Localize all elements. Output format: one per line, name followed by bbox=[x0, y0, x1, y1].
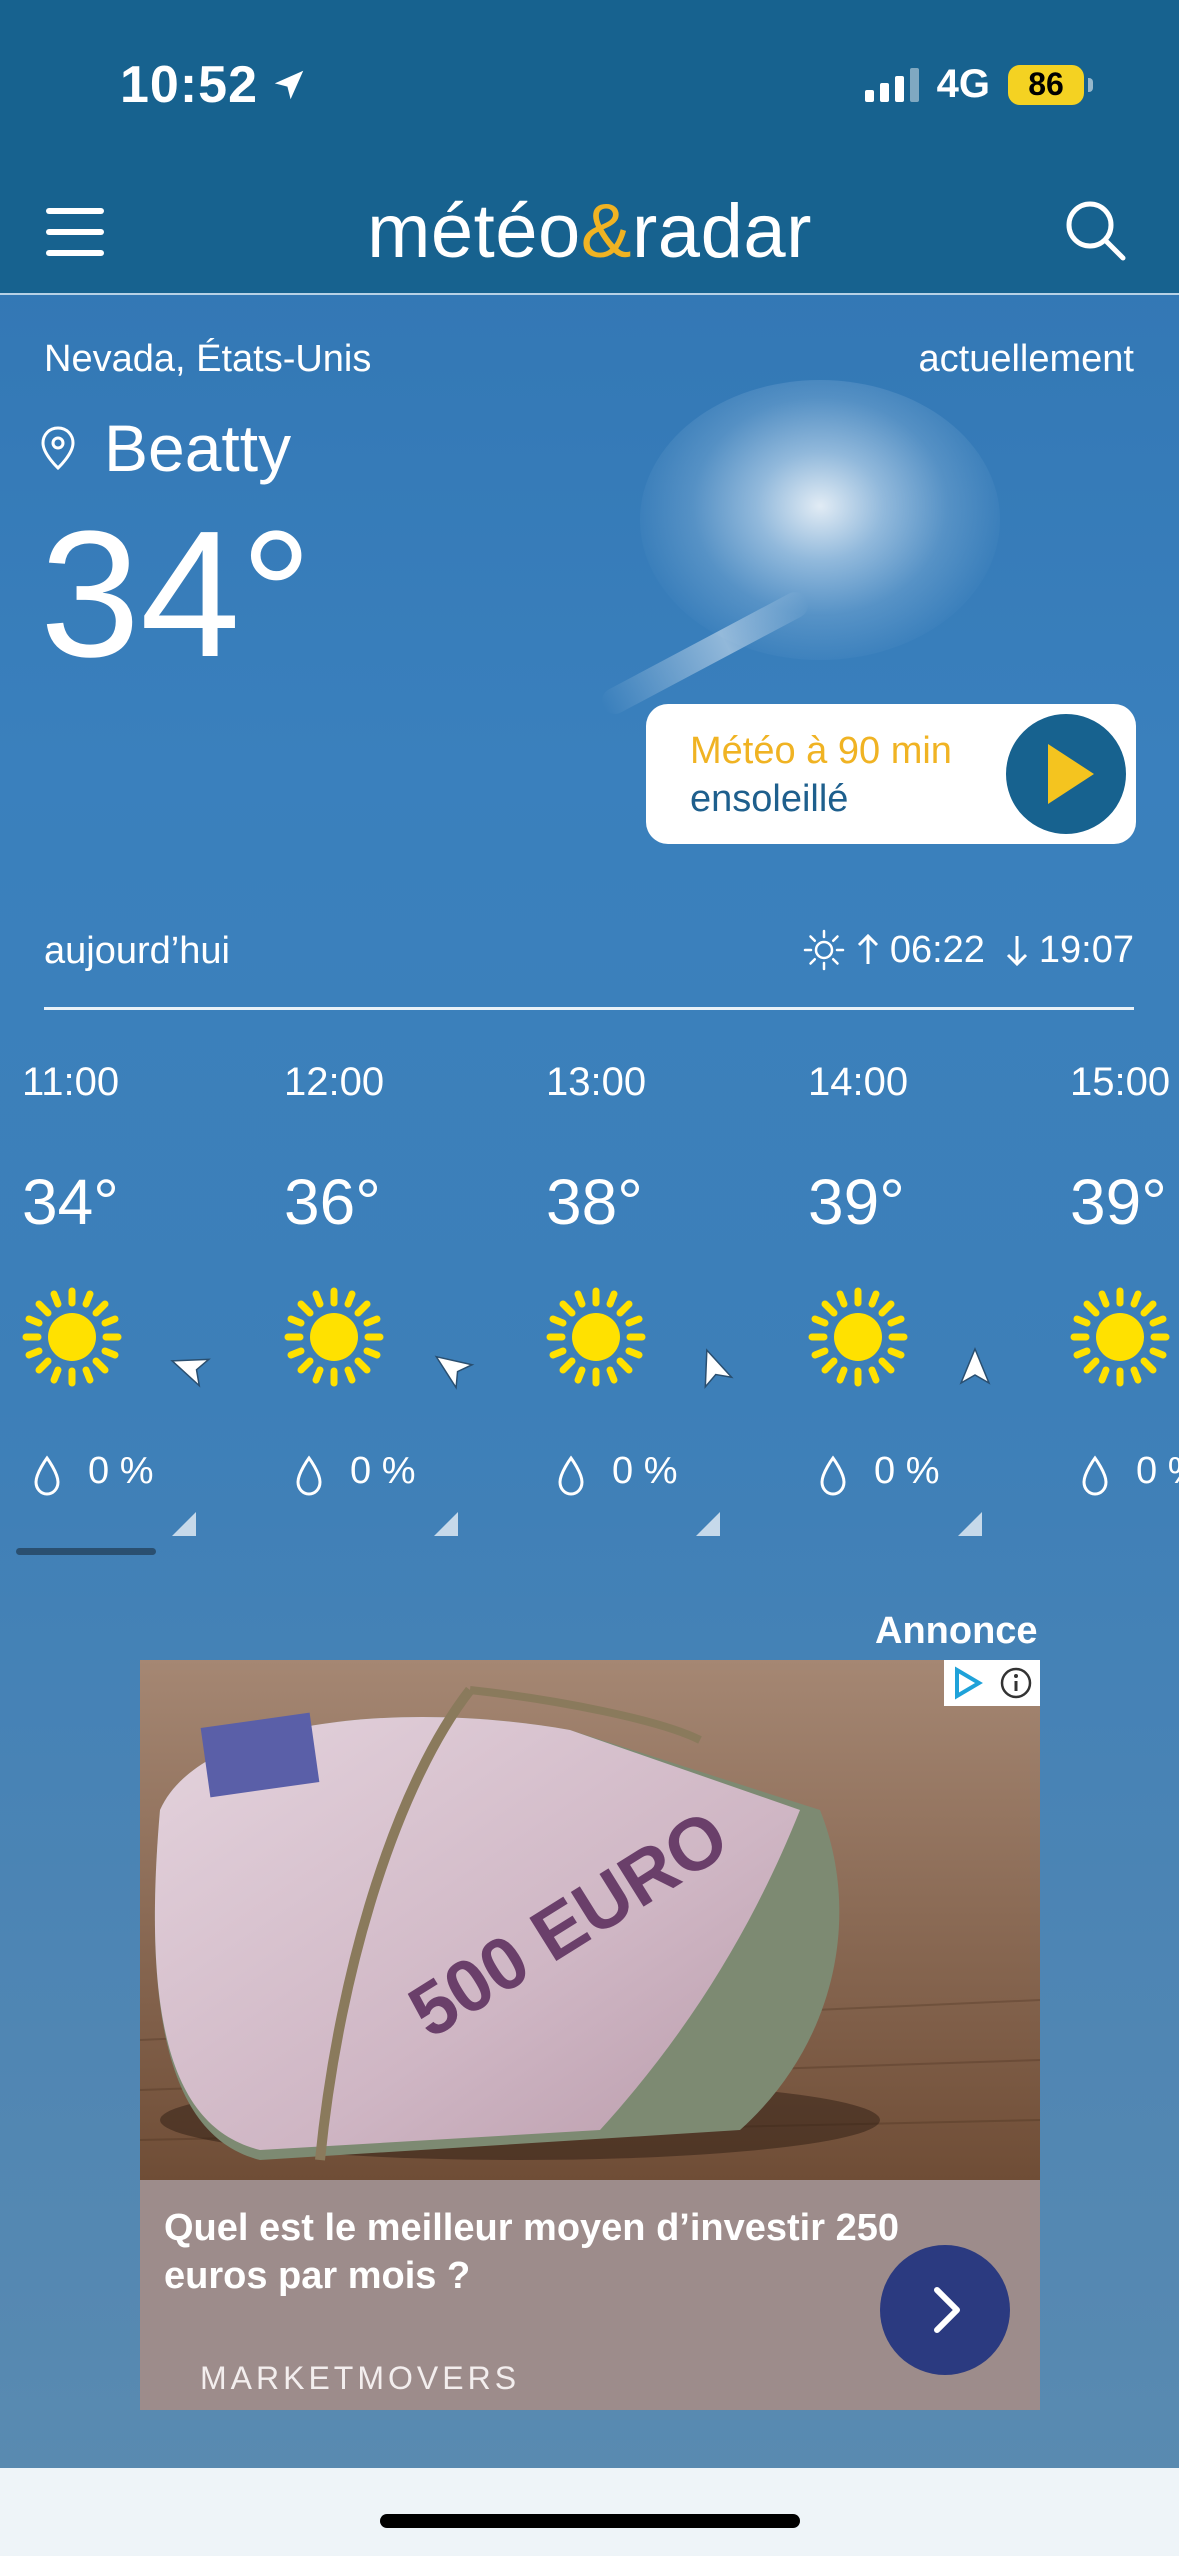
sunrise-time: 06:22 bbox=[889, 928, 985, 971]
raindrop-icon bbox=[1080, 1455, 1110, 1497]
hourly-item[interactable]: 12:00 36° 0 % bbox=[284, 1040, 546, 1540]
raindrop-icon bbox=[294, 1455, 324, 1497]
nowcast-card[interactable]: Météo à 90 min ensoleillé bbox=[646, 704, 1136, 844]
status-bar: 10:52 4G 86 bbox=[0, 0, 1179, 170]
hour-temperature: 39° bbox=[808, 1166, 905, 1238]
wind-direction-icon bbox=[167, 1345, 211, 1389]
hour-precipitation: 0 % bbox=[874, 1450, 940, 1492]
hour-temperature: 36° bbox=[284, 1166, 381, 1238]
hourly-item[interactable]: 15:00 39° 0 % bbox=[1070, 1040, 1179, 1540]
location-region: Nevada, États-Unis bbox=[44, 338, 372, 380]
arrow-up-icon bbox=[857, 933, 878, 964]
search-icon[interactable] bbox=[1061, 196, 1131, 266]
expand-corner-icon[interactable] bbox=[172, 1512, 196, 1536]
wind-direction-icon bbox=[953, 1345, 997, 1389]
bottom-bar bbox=[0, 2468, 1179, 2556]
sun-icon bbox=[544, 1285, 648, 1389]
hour-time: 14:00 bbox=[808, 1060, 909, 1104]
expand-corner-icon[interactable] bbox=[958, 1512, 982, 1536]
location-city[interactable]: Beatty bbox=[40, 410, 291, 486]
sunset-time: 19:07 bbox=[1038, 928, 1134, 971]
sun-background-glow bbox=[640, 380, 1000, 660]
sun-icon bbox=[282, 1285, 386, 1389]
horizontal-scroll-indicator bbox=[16, 1548, 156, 1555]
battery-level: 86 bbox=[1028, 66, 1064, 102]
hour-precipitation: 0 % bbox=[1136, 1450, 1179, 1492]
chevron-right-icon[interactable] bbox=[880, 2245, 1010, 2375]
hour-temperature: 34° bbox=[22, 1166, 119, 1238]
sun-times: 06:22 19:07 bbox=[802, 928, 1134, 972]
status-indicators: 4G 86 bbox=[864, 62, 1093, 107]
expand-corner-icon[interactable] bbox=[696, 1512, 720, 1536]
hourly-item[interactable]: 13:00 38° 0 % bbox=[546, 1040, 808, 1540]
ad-image: 500 EURO bbox=[140, 1660, 1040, 2180]
expand-corner-icon[interactable] bbox=[434, 1512, 458, 1536]
hourly-item[interactable]: 11:00 34° 0 % bbox=[22, 1040, 284, 1540]
status-time: 10:52 bbox=[120, 55, 308, 115]
raindrop-icon bbox=[818, 1455, 848, 1497]
ad-brand: MARKETMOVERS bbox=[200, 2360, 521, 2396]
info-icon bbox=[1000, 1667, 1032, 1699]
hour-time: 13:00 bbox=[546, 1060, 647, 1104]
ad-card[interactable]: 500 EURO Quel est le meilleur moyen d’in… bbox=[140, 1660, 1040, 2410]
hour-time: 12:00 bbox=[284, 1060, 385, 1104]
hour-temperature: 39° bbox=[1070, 1166, 1167, 1238]
location-arrow-icon bbox=[274, 70, 304, 100]
nowcast-condition: ensoleillé bbox=[690, 778, 849, 820]
hour-precipitation: 0 % bbox=[88, 1450, 154, 1492]
today-label: aujourd’hui bbox=[44, 930, 230, 972]
nowcast-title: Météo à 90 min bbox=[690, 730, 952, 772]
adchoices-icon bbox=[955, 1666, 983, 1700]
logo-ampersand: & bbox=[580, 189, 632, 274]
battery-icon: 86 bbox=[1008, 64, 1093, 105]
ad-headline[interactable]: Quel est le meilleur moyen d’investir 25… bbox=[164, 2205, 924, 2300]
hourly-item[interactable]: 14:00 39° 0 % bbox=[808, 1040, 1070, 1540]
app-header: météo&radar bbox=[0, 170, 1179, 295]
hour-precipitation: 0 % bbox=[350, 1450, 416, 1492]
hour-temperature: 38° bbox=[546, 1166, 643, 1238]
arrow-down-icon bbox=[1006, 936, 1027, 967]
raindrop-icon bbox=[556, 1455, 586, 1497]
sun-icon bbox=[20, 1285, 124, 1389]
ad-label: Annonce bbox=[875, 1610, 1038, 1652]
current-time-label: actuellement bbox=[918, 338, 1134, 380]
ad-choices-badge[interactable] bbox=[944, 1660, 1040, 1706]
status-time-text: 10:52 bbox=[120, 56, 258, 114]
logo-text-right: radar bbox=[632, 189, 812, 274]
banknote-roll-illustration: 500 EURO bbox=[140, 1660, 1040, 2180]
home-indicator[interactable] bbox=[380, 2514, 800, 2528]
hour-precipitation: 0 % bbox=[612, 1450, 678, 1492]
current-temperature: 34° bbox=[40, 494, 313, 695]
sun-icon bbox=[1068, 1285, 1172, 1389]
cellular-signal-icon bbox=[864, 67, 919, 102]
section-divider bbox=[44, 1007, 1134, 1010]
hour-time: 15:00 bbox=[1070, 1060, 1171, 1104]
network-type: 4G bbox=[936, 62, 990, 106]
play-icon[interactable] bbox=[1000, 708, 1132, 840]
sun-icon bbox=[806, 1285, 910, 1389]
wind-direction-icon bbox=[691, 1345, 735, 1389]
app-logo: météo&radar bbox=[0, 188, 1179, 275]
raindrop-icon bbox=[32, 1455, 62, 1497]
logo-text-left: météo bbox=[367, 189, 581, 274]
city-name: Beatty bbox=[104, 411, 292, 485]
hourly-forecast[interactable]: 11:00 34° 0 % 12:00 36° 0 % 13:00 38° 0 % 14:00 39… bbox=[0, 1040, 1179, 1560]
hour-time: 11:00 bbox=[22, 1060, 120, 1104]
wind-direction-icon bbox=[429, 1345, 475, 1390]
location-pin-icon bbox=[41, 426, 75, 471]
sun-outline-icon bbox=[803, 929, 845, 971]
